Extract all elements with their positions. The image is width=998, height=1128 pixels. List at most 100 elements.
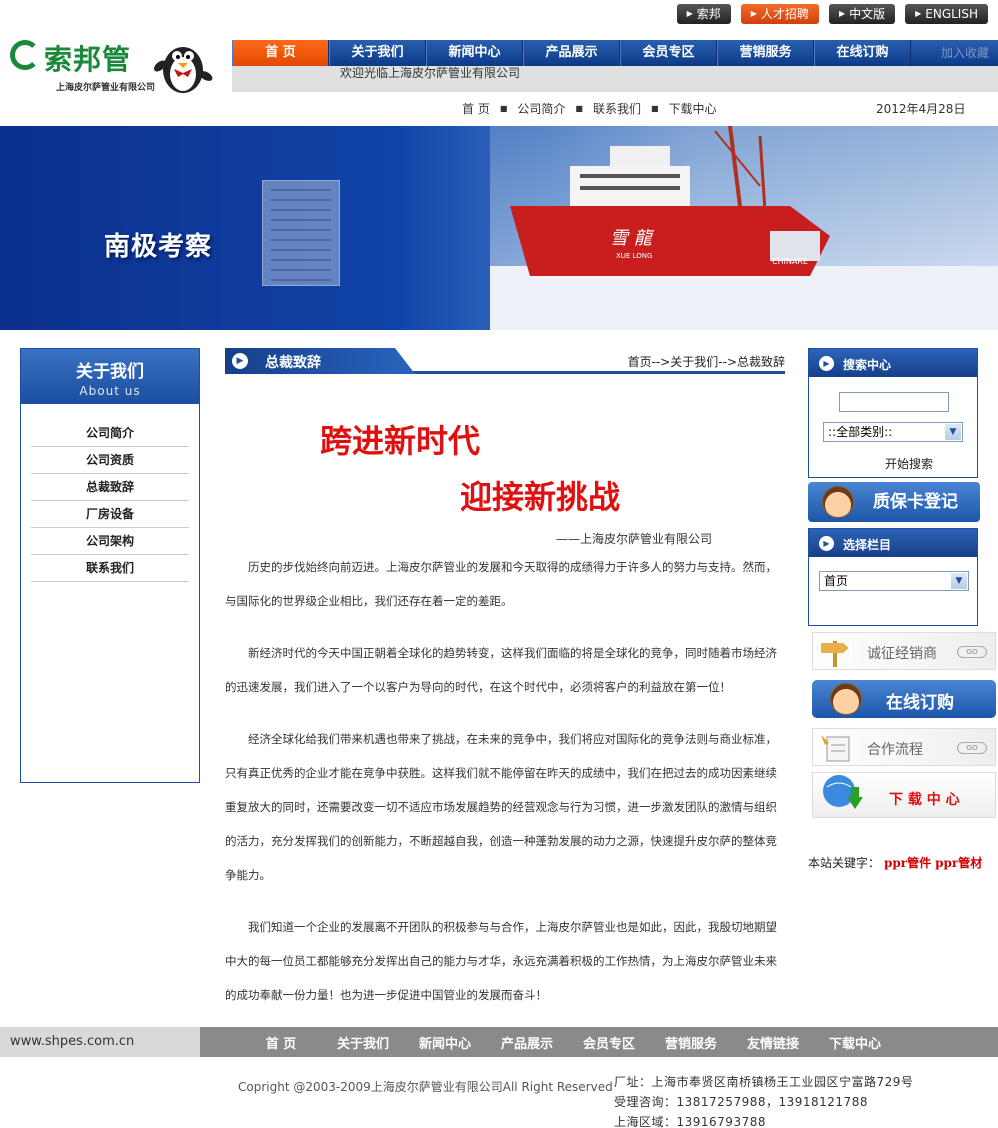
sidebar-title: 关于我们 — [76, 362, 144, 382]
headline-signature: ——上海皮尔萨管业有限公司 — [556, 532, 713, 546]
subnav-home[interactable]: 首 页 — [462, 100, 490, 117]
footer-links: 首 页 关于我们 新闻中心 产品展示 会员专区 营销服务 友情链接 下载中心 — [240, 1027, 896, 1057]
sidebar-item-president[interactable]: 总裁致辞 — [31, 474, 189, 501]
sidebar-header: 关于我们 About us — [21, 349, 199, 404]
search-panel-header: ▶ 搜索中心 — [809, 349, 977, 377]
footer-nav: www.shpes.com.cn 首 页 关于我们 新闻中心 产品展示 会员专区… — [0, 1027, 998, 1057]
hero-banner: 南极考察 雪 龍 XUE LONG CHINARE — [0, 126, 998, 330]
arrow-right-icon: ▶ — [915, 9, 922, 18]
logo-subtitle: 上海皮尔萨管业有限公司 — [56, 83, 156, 93]
site-keywords: 本站关键字： ppr管件 ppr管材 — [808, 856, 983, 870]
ship-name: 雪 龍 — [610, 228, 655, 249]
logo-brand: 索邦管 — [44, 43, 132, 76]
hotline: 受理咨询：13817257988，13918121788 — [614, 1095, 868, 1109]
category-select[interactable]: ::全部类别:: ▼ — [823, 422, 963, 442]
breadcrumb: 首页-->关于我们-->总裁致辞 — [627, 355, 785, 369]
welcome-text: 欢迎光临上海皮尔萨管业有限公司 — [232, 66, 998, 92]
nav-home[interactable]: 首 页 — [232, 40, 329, 66]
main-nav: 首 页 关于我们 新闻中心 产品展示 会员专区 营销服务 在线订购 加入收藏 — [232, 40, 998, 66]
nav-news[interactable]: 新闻中心 — [426, 40, 523, 66]
sidebar-item-profile[interactable]: 公司简介 — [31, 420, 189, 447]
cooperation-process-banner[interactable]: 合作流程 GO — [812, 728, 996, 766]
download-center-banner[interactable]: 下 载 中 心 — [812, 772, 996, 818]
factory-address: 厂址：上海市奉贤区南桥镇杨王工业园区宁富路729号 — [614, 1075, 914, 1089]
person-avatar-icon — [822, 486, 854, 518]
play-arrow-icon: ▶ — [819, 536, 834, 551]
go-icon: GO — [957, 742, 987, 754]
footer-link-download[interactable]: 下载中心 — [814, 1033, 896, 1052]
contact-info: 厂址：上海市奉贤区南桥镇杨王工业园区宁富路729号 受理咨询：138172579… — [614, 1072, 913, 1128]
search-input[interactable] — [839, 392, 949, 412]
ship-name-en: XUE LONG — [616, 252, 652, 260]
warranty-register-button[interactable]: 质保卡登记 — [808, 482, 980, 522]
sidebar-item-contact[interactable]: 联系我们 — [31, 555, 189, 582]
download-globe-icon — [823, 775, 863, 809]
arrow-right-icon: ▶ — [686, 9, 693, 18]
search-panel: ▶ 搜索中心 ::全部类别:: ▼ 开始搜索 — [808, 348, 978, 478]
footer-site-url: www.shpes.com.cn — [0, 1027, 200, 1057]
article-paragraph: 历史的步伐始终向前迈进。上海皮尔萨管业的发展和今天取得的成绩得力于许多人的努力与… — [225, 560, 777, 608]
column-select-header: ▶ 选择栏目 — [809, 529, 977, 557]
keyword-link[interactable]: ppr管件 — [884, 856, 931, 870]
article-paragraph: 新经济时代的今天中国正朝着全球化的趋势转变，这样我们面临的将是全球化的竞争，同时… — [225, 646, 777, 694]
clipboard-icon — [821, 735, 850, 762]
play-arrow-icon: ▶ — [232, 353, 248, 369]
ship-hull-text: CHINARE — [772, 257, 808, 266]
sidebar-item-structure[interactable]: 公司架构 — [31, 528, 189, 555]
shanghai-contact: 上海区域：13916793788 — [614, 1115, 766, 1128]
footer-link-home[interactable]: 首 页 — [240, 1033, 322, 1052]
sub-nav: 首 页 ■ 公司简介 ■ 联系我们 ■ 下载中心 — [462, 100, 717, 117]
headline-2: 迎接新挑战 — [460, 478, 621, 516]
top-button-chinese[interactable]: ▶ 中文版 — [828, 4, 896, 24]
logo-mark-icon — [10, 40, 40, 70]
nav-products[interactable]: 产品展示 — [523, 40, 620, 66]
sidebar-item-facility[interactable]: 厂房设备 — [31, 501, 189, 528]
online-order-banner[interactable]: 在线订购 — [812, 680, 996, 718]
top-button-suobang[interactable]: ▶ 索邦 — [676, 4, 731, 24]
article-body: 历史的步伐始终向前迈进。上海皮尔萨管业的发展和今天取得的成绩得力于许多人的努力与… — [225, 550, 785, 1030]
search-submit-button[interactable]: 开始搜索 — [885, 455, 933, 472]
footer-link-products[interactable]: 产品展示 — [486, 1033, 568, 1052]
subnav-contact[interactable]: 联系我们 — [593, 100, 641, 117]
sidebar-item-qualification[interactable]: 公司资质 — [31, 447, 189, 474]
chevron-down-icon: ▼ — [951, 573, 967, 589]
footer-link-about[interactable]: 关于我们 — [322, 1033, 404, 1052]
arrow-right-icon: ▶ — [750, 9, 757, 18]
play-arrow-icon: ▶ — [819, 356, 834, 371]
subnav-download[interactable]: 下载中心 — [669, 100, 717, 117]
nav-order[interactable]: 在线订购 — [814, 40, 911, 66]
footer-link-news[interactable]: 新闻中心 — [404, 1033, 486, 1052]
nav-service[interactable]: 营销服务 — [717, 40, 814, 66]
footer-link-members[interactable]: 会员专区 — [568, 1033, 650, 1052]
section-tab: ▶ 总裁致辞 — [225, 348, 415, 374]
dealer-recruit-banner[interactable]: 诚征经销商 GO — [812, 632, 996, 670]
top-buttons: ▶ 索邦 ▶ 人才招聘 ▶ 中文版 ▶ ENGLISH — [676, 4, 988, 24]
bullet-icon: ■ — [499, 104, 508, 113]
signpost-icon — [821, 641, 849, 667]
company-logo[interactable]: 索邦管 上海皮尔萨管业有限公司 — [8, 36, 223, 96]
certificate-image — [262, 180, 340, 286]
copyright: Copright @2003-2009上海皮尔萨管业有限公司All Right … — [238, 1080, 613, 1094]
keyword-link[interactable]: ppr管材 — [935, 856, 982, 870]
chevron-down-icon: ▼ — [945, 424, 961, 440]
search-panel-title: 搜索中心 — [843, 358, 892, 372]
footer-link-service[interactable]: 营销服务 — [650, 1033, 732, 1052]
section-title: 总裁致辞 — [265, 355, 321, 371]
column-select-panel: ▶ 选择栏目 首页 ▼ — [808, 528, 978, 626]
nav-members[interactable]: 会员专区 — [620, 40, 717, 66]
top-button-english[interactable]: ▶ ENGLISH — [905, 4, 988, 24]
footer-link-friends[interactable]: 友情链接 — [732, 1033, 814, 1052]
nav-about[interactable]: 关于我们 — [329, 40, 426, 66]
top-button-jobs[interactable]: ▶ 人才招聘 — [740, 4, 819, 24]
sidebar-menu: 公司简介 公司资质 总裁致辞 厂房设备 公司架构 联系我们 — [31, 420, 189, 582]
nav-bookmark[interactable]: 加入收藏 — [911, 40, 998, 66]
penguin-mascot-icon — [154, 47, 213, 93]
subnav-profile[interactable]: 公司简介 — [517, 100, 565, 117]
bullet-icon: ■ — [650, 104, 659, 113]
person-avatar-icon — [830, 683, 862, 715]
headline-1: 跨进新时代 — [320, 422, 481, 460]
column-select[interactable]: 首页 ▼ — [819, 571, 969, 591]
article-paragraph: 我们知道一个企业的发展离不开团队的积极参与与合作，上海皮尔萨管业也是如此，因此，… — [225, 920, 777, 1002]
arrow-right-icon: ▶ — [838, 9, 846, 18]
banner-title: 南极考察 — [104, 232, 213, 262]
